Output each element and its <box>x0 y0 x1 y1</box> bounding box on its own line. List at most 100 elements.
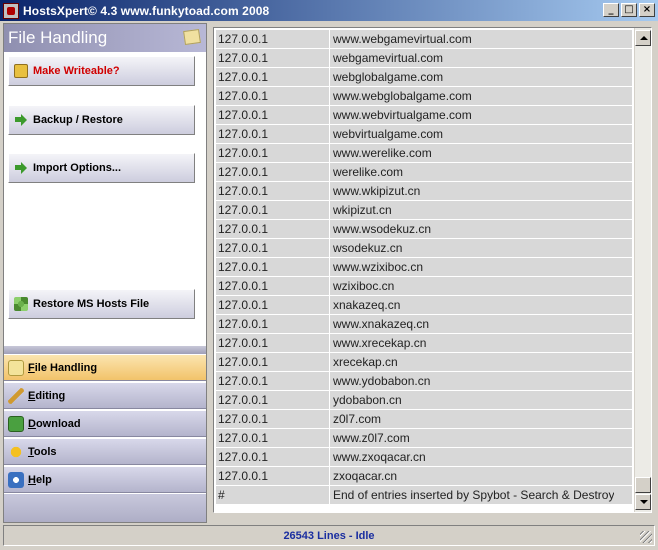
nav-editing[interactable]: Editing <box>4 382 206 409</box>
nav-tools[interactable]: Tools <box>4 438 206 465</box>
table-row[interactable]: 127.0.0.1 www.wzixiboc.cn <box>216 258 632 277</box>
host-cell: www.ydobabon.cn <box>333 374 431 388</box>
ip-cell: 127.0.0.1 <box>216 125 330 143</box>
host-cell: www.wzixiboc.cn <box>333 260 424 274</box>
nav-footer <box>4 494 206 522</box>
tools-icon <box>8 443 24 460</box>
host-cell: www.webvirtualgame.com <box>333 108 472 122</box>
table-row[interactable]: 127.0.0.1 xrecekap.cn <box>216 353 632 372</box>
table-row[interactable]: 127.0.0.1 zxoqacar.cn <box>216 467 632 486</box>
close-button[interactable]: × <box>639 3 655 17</box>
host-cell: ydobabon.cn <box>333 393 402 407</box>
host-cell: www.wsodekuz.cn <box>333 222 432 236</box>
host-cell: z0l7.com <box>333 412 382 426</box>
restore-ms-hosts-button[interactable]: Restore MS Hosts File <box>8 289 195 319</box>
ip-cell: 127.0.0.1 <box>216 391 330 409</box>
host-cell: wkipizut.cn <box>333 203 392 217</box>
table-row[interactable]: 127.0.0.1 www.zxoqacar.cn <box>216 448 632 467</box>
host-cell: www.werelike.com <box>333 146 432 160</box>
app-icon[interactable] <box>3 2 19 19</box>
lock-icon <box>14 64 28 78</box>
pencil-icon <box>8 387 24 404</box>
make-writeable-label: Make Writeable? <box>33 65 120 77</box>
host-cell: xnakazeq.cn <box>333 298 401 312</box>
ip-cell: 127.0.0.1 <box>216 220 330 238</box>
table-row[interactable]: 127.0.0.1 www.webglobalgame.com <box>216 87 632 106</box>
table-row[interactable]: 127.0.0.1 www.z0l7.com <box>216 429 632 448</box>
table-row[interactable]: 127.0.0.1 wkipizut.cn <box>216 201 632 220</box>
host-cell: wsodekuz.cn <box>333 241 403 255</box>
table-row[interactable]: 127.0.0.1 wsodekuz.cn <box>216 239 632 258</box>
ip-cell: 127.0.0.1 <box>216 49 330 67</box>
table-row[interactable]: 127.0.0.1 webvirtualgame.com <box>216 125 632 144</box>
arrow-right-icon <box>14 113 28 127</box>
host-cell: werelike.com <box>333 165 404 179</box>
resize-grip[interactable] <box>640 531 652 543</box>
ip-cell: 127.0.0.1 <box>216 315 330 333</box>
maximize-button[interactable]: □ <box>621 3 637 17</box>
table-row[interactable]: 127.0.0.1 webglobalgame.com <box>216 68 632 87</box>
host-cell: webgamevirtual.com <box>333 51 444 65</box>
ip-cell: 127.0.0.1 <box>216 258 330 276</box>
vertical-scrollbar[interactable] <box>634 28 651 512</box>
table-row[interactable]: 127.0.0.1 werelike.com <box>216 163 632 182</box>
folder-icon <box>8 359 24 376</box>
ip-cell: 127.0.0.1 <box>216 144 330 162</box>
ip-cell: 127.0.0.1 <box>216 448 330 466</box>
import-options-button[interactable]: Import Options... <box>8 153 195 183</box>
nav-help[interactable]: Help <box>4 466 206 493</box>
table-row[interactable]: 127.0.0.1 www.wsodekuz.cn <box>216 220 632 239</box>
table-row[interactable]: 127.0.0.1 www.xrecekap.cn <box>216 334 632 353</box>
nav-separator <box>4 346 206 354</box>
host-cell: webvirtualgame.com <box>333 127 444 141</box>
notepad-icon <box>183 28 201 46</box>
backup-restore-label: Backup / Restore <box>33 114 123 126</box>
ip-cell: 127.0.0.1 <box>216 163 330 181</box>
left-panel: File Handling Make Writeable? Backup / R… <box>3 23 207 523</box>
ip-cell: # <box>216 486 330 504</box>
host-cell: xrecekap.cn <box>333 355 398 369</box>
section-title: File Handling <box>8 28 108 47</box>
table-row[interactable]: 127.0.0.1 www.webvirtualgame.com <box>216 106 632 125</box>
ip-cell: 127.0.0.1 <box>216 182 330 200</box>
host-cell: www.zxoqacar.cn <box>333 450 426 464</box>
table-row[interactable]: 127.0.0.1 www.werelike.com <box>216 144 632 163</box>
host-cell: wzixiboc.cn <box>333 279 395 293</box>
host-cell: webglobalgame.com <box>333 70 444 84</box>
nav-download[interactable]: Download <box>4 410 206 437</box>
hosts-list[interactable]: 127.0.0.1 www.webgamevirtual.com 127.0.0.1… <box>213 27 652 513</box>
table-row[interactable]: 127.0.0.1 z0l7.com <box>216 410 632 429</box>
host-cell: End of entries inserted by Spybot - Sear… <box>333 488 615 502</box>
scroll-thumb[interactable] <box>635 477 651 493</box>
host-cell: www.xrecekap.cn <box>333 336 427 350</box>
minimize-button[interactable]: _ <box>603 3 619 17</box>
table-row[interactable]: 127.0.0.1 ydobabon.cn <box>216 391 632 410</box>
backup-restore-button[interactable]: Backup / Restore <box>8 105 195 135</box>
table-row[interactable]: 127.0.0.1 www.webgamevirtual.com <box>216 30 632 49</box>
scroll-up-button[interactable] <box>635 30 651 46</box>
import-options-label: Import Options... <box>33 162 121 174</box>
ip-cell: 127.0.0.1 <box>216 68 330 86</box>
table-row[interactable]: 127.0.0.1 www.wkipizut.cn <box>216 182 632 201</box>
ip-cell: 127.0.0.1 <box>216 467 330 485</box>
table-row[interactable]: 127.0.0.1 www.ydobabon.cn <box>216 372 632 391</box>
download-icon <box>8 415 24 432</box>
ip-cell: 127.0.0.1 <box>216 201 330 219</box>
status-text: 26543 Lines - Idle <box>283 529 375 542</box>
host-cell: www.webgamevirtual.com <box>333 32 472 46</box>
table-row[interactable]: 127.0.0.1 xnakazeq.cn <box>216 296 632 315</box>
nav-download-label: Download <box>28 417 81 430</box>
window-title: HostsXpert© 4.3 www.funkytoad.com 2008 <box>23 3 270 18</box>
host-cell: www.xnakazeq.cn <box>333 317 430 331</box>
help-icon <box>8 471 24 488</box>
scroll-down-button[interactable] <box>635 494 651 510</box>
nav-file-handling[interactable]: File Handling <box>4 354 206 381</box>
table-row[interactable]: 127.0.0.1 webgamevirtual.com <box>216 49 632 68</box>
make-writeable-button[interactable]: Make Writeable? <box>8 56 195 86</box>
hosts-rows: 127.0.0.1 www.webgamevirtual.com 127.0.0.1… <box>216 30 632 505</box>
table-row[interactable]: 127.0.0.1 www.xnakazeq.cn <box>216 315 632 334</box>
table-row[interactable]: 127.0.0.1 wzixiboc.cn <box>216 277 632 296</box>
ip-cell: 127.0.0.1 <box>216 410 330 428</box>
ip-cell: 127.0.0.1 <box>216 239 330 257</box>
table-row[interactable]: # End of entries inserted by Spybot - Sea… <box>216 486 632 505</box>
